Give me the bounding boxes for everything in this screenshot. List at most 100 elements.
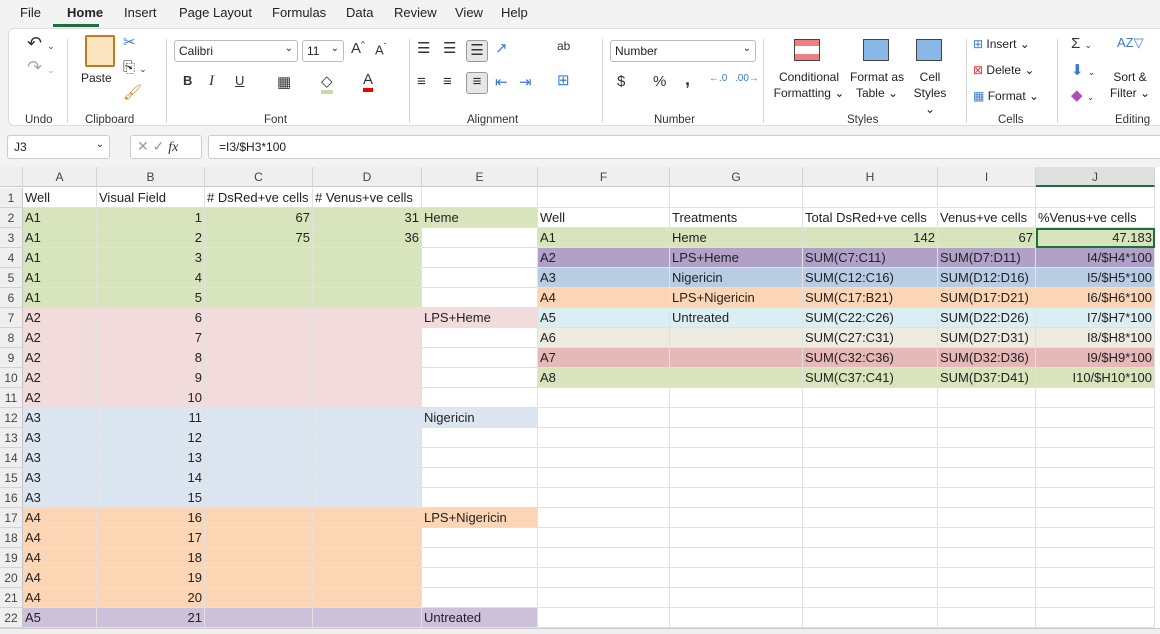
menu-page-layout[interactable]: Page Layout xyxy=(179,5,252,20)
currency-button[interactable]: $ xyxy=(617,73,625,90)
cell-J16[interactable] xyxy=(1036,488,1155,508)
cell-J19[interactable] xyxy=(1036,548,1155,568)
cell-E5[interactable] xyxy=(422,268,538,288)
cell-F9[interactable]: A7 xyxy=(538,348,670,368)
cell-I9[interactable]: SUM(D32:D36) xyxy=(938,348,1036,368)
bold-button[interactable]: B xyxy=(183,73,192,88)
cell-I10[interactable]: SUM(D37:D41) xyxy=(938,368,1036,388)
cell-C19[interactable] xyxy=(205,548,313,568)
cell-J1[interactable] xyxy=(1036,188,1155,208)
cell-H1[interactable] xyxy=(803,188,938,208)
cell-B3[interactable]: 2 xyxy=(97,228,205,248)
cell-B9[interactable]: 8 xyxy=(97,348,205,368)
align-left-icon[interactable]: ≡ xyxy=(417,73,426,90)
cell-F10[interactable]: A8 xyxy=(538,368,670,388)
cell-I17[interactable] xyxy=(938,508,1036,528)
cell-G3[interactable]: Heme xyxy=(670,228,803,248)
cell-C3[interactable]: 75 xyxy=(205,228,313,248)
column-header-A[interactable]: A xyxy=(23,167,97,187)
delete-cells-button[interactable]: ⊠ Delete ⌄ xyxy=(973,62,1034,78)
cell-D6[interactable] xyxy=(313,288,422,308)
cell-D7[interactable] xyxy=(313,308,422,328)
underline-button[interactable]: U xyxy=(235,73,244,88)
cell-styles-icon[interactable] xyxy=(916,39,942,61)
cell-D3[interactable]: 36 xyxy=(313,228,422,248)
cell-G6[interactable]: LPS+Nigericin xyxy=(670,288,803,308)
cell-I20[interactable] xyxy=(938,568,1036,588)
cell-F2[interactable]: Well xyxy=(538,208,670,228)
cell-A22[interactable]: A5 xyxy=(23,608,97,628)
cell-H8[interactable]: SUM(C27:C31) xyxy=(803,328,938,348)
cell-J21[interactable] xyxy=(1036,588,1155,608)
cell-C7[interactable] xyxy=(205,308,313,328)
cell-E6[interactable] xyxy=(422,288,538,308)
cell-F5[interactable]: A3 xyxy=(538,268,670,288)
cell-A14[interactable]: A3 xyxy=(23,448,97,468)
increase-font-icon[interactable]: A^ xyxy=(351,40,365,57)
cell-E12[interactable]: Nigericin xyxy=(422,408,538,428)
row-header-10[interactable]: 10 xyxy=(0,368,23,388)
cell-G14[interactable] xyxy=(670,448,803,468)
menu-view[interactable]: View xyxy=(455,5,483,20)
cell-D10[interactable] xyxy=(313,368,422,388)
decrease-font-icon[interactable]: Aˇ xyxy=(375,42,386,57)
cell-H14[interactable] xyxy=(803,448,938,468)
paste-icon[interactable] xyxy=(85,35,115,67)
cell-C15[interactable] xyxy=(205,468,313,488)
row-header-18[interactable]: 18 xyxy=(0,528,23,548)
cell-E8[interactable] xyxy=(422,328,538,348)
row-header-14[interactable]: 14 xyxy=(0,448,23,468)
cell-B6[interactable]: 5 xyxy=(97,288,205,308)
align-center-icon[interactable]: ≡ xyxy=(443,73,452,90)
font-color-icon[interactable]: A xyxy=(363,71,374,92)
cell-C21[interactable] xyxy=(205,588,313,608)
cell-J6[interactable]: I6/$H6*100 xyxy=(1036,288,1155,308)
cell-F15[interactable] xyxy=(538,468,670,488)
conditional-formatting-button[interactable]: Conditional Formatting ⌄ xyxy=(773,69,845,101)
cell-I5[interactable]: SUM(D12:D16) xyxy=(938,268,1036,288)
format-as-table-button[interactable]: Format as Table ⌄ xyxy=(847,69,907,101)
cell-H20[interactable] xyxy=(803,568,938,588)
cell-D2[interactable]: 31 xyxy=(313,208,422,228)
cell-F7[interactable]: A5 xyxy=(538,308,670,328)
cell-G5[interactable]: Nigericin xyxy=(670,268,803,288)
cell-G18[interactable] xyxy=(670,528,803,548)
row-header-6[interactable]: 6 xyxy=(0,288,23,308)
cell-C11[interactable] xyxy=(205,388,313,408)
cell-E15[interactable] xyxy=(422,468,538,488)
cell-H5[interactable]: SUM(C12:C16) xyxy=(803,268,938,288)
cell-A18[interactable]: A4 xyxy=(23,528,97,548)
cell-D16[interactable] xyxy=(313,488,422,508)
cell-J14[interactable] xyxy=(1036,448,1155,468)
cell-I22[interactable] xyxy=(938,608,1036,628)
row-header-3[interactable]: 3 xyxy=(0,228,23,248)
cell-E22[interactable]: Untreated xyxy=(422,608,538,628)
cell-I2[interactable]: Venus+ve cells xyxy=(938,208,1036,228)
cell-A19[interactable]: A4 xyxy=(23,548,97,568)
cell-E19[interactable] xyxy=(422,548,538,568)
redo-icon[interactable]: ↷ ⌄ xyxy=(27,57,55,78)
cell-I6[interactable]: SUM(D17:D21) xyxy=(938,288,1036,308)
fill-color-icon[interactable]: ◇ xyxy=(321,72,333,94)
cell-F3[interactable]: A1 xyxy=(538,228,670,248)
cell-D15[interactable] xyxy=(313,468,422,488)
cell-H7[interactable]: SUM(C22:C26) xyxy=(803,308,938,328)
cell-G10[interactable] xyxy=(670,368,803,388)
format-painter-icon[interactable]: 🖌 xyxy=(123,83,142,101)
cell-F14[interactable] xyxy=(538,448,670,468)
select-all-corner[interactable] xyxy=(0,167,23,187)
cell-C12[interactable] xyxy=(205,408,313,428)
menu-help[interactable]: Help xyxy=(501,5,528,20)
cell-A15[interactable]: A3 xyxy=(23,468,97,488)
cell-A7[interactable]: A2 xyxy=(23,308,97,328)
cell-C20[interactable] xyxy=(205,568,313,588)
cell-H9[interactable]: SUM(C32:C36) xyxy=(803,348,938,368)
bottom-align-icon[interactable]: ☰ xyxy=(466,40,488,62)
row-header-12[interactable]: 12 xyxy=(0,408,23,428)
cell-A6[interactable]: A1 xyxy=(23,288,97,308)
cell-H19[interactable] xyxy=(803,548,938,568)
cell-H12[interactable] xyxy=(803,408,938,428)
worksheet-grid[interactable]: A B C D E F G H I J 1 Well Visual Field # DsRed+ve ce… xyxy=(0,167,1160,628)
orientation-icon[interactable]: ↗ xyxy=(495,39,508,57)
cell-I21[interactable] xyxy=(938,588,1036,608)
